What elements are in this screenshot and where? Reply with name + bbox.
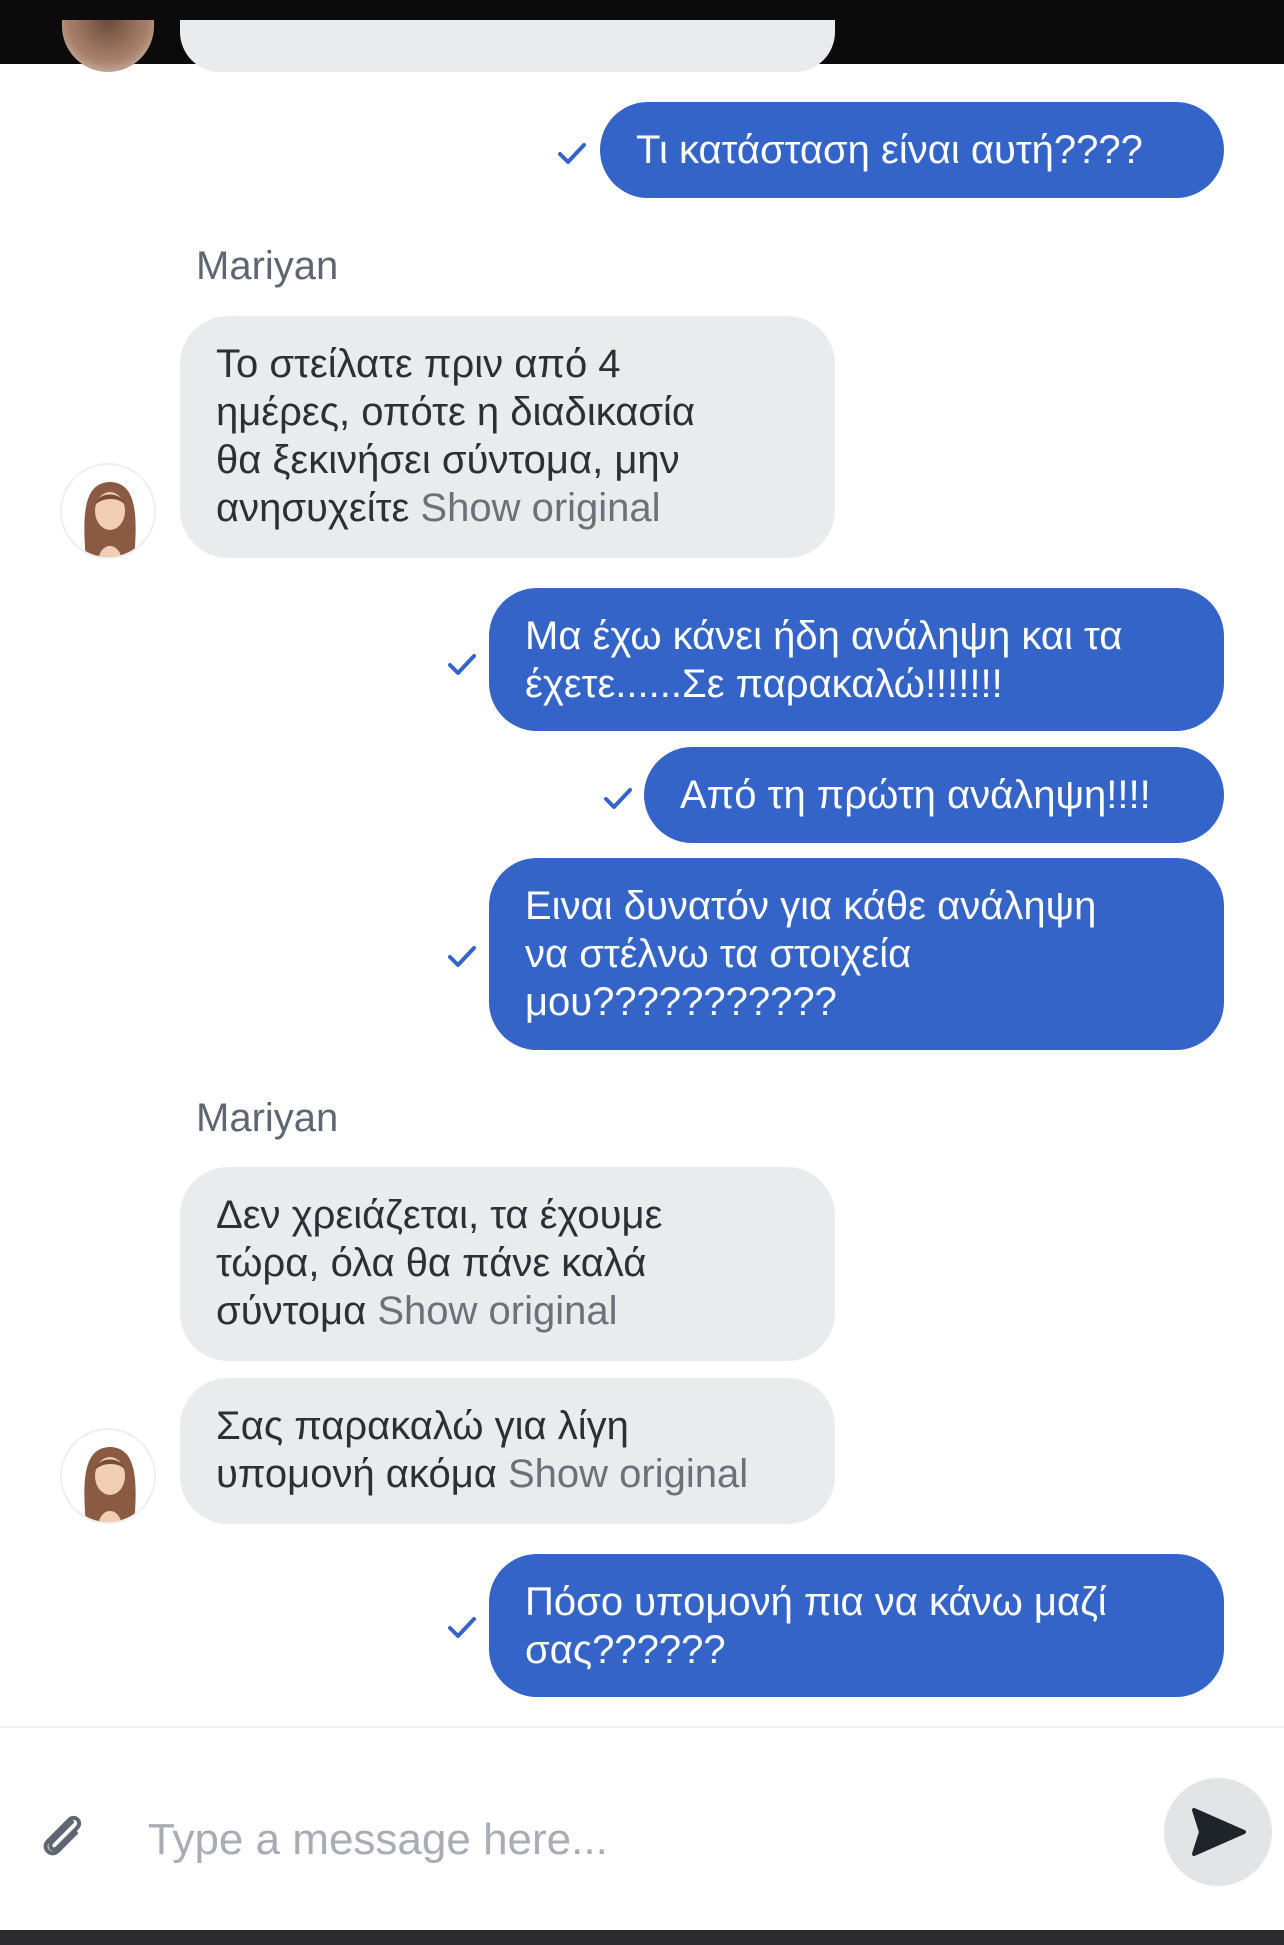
show-original-link[interactable]: Show original <box>377 1289 617 1333</box>
contact-avatar[interactable] <box>60 463 156 559</box>
outgoing-message[interactable]: Από τη πρώτη ανάληψη!!!! <box>644 747 1224 843</box>
sent-check-icon <box>604 788 632 809</box>
message-input[interactable] <box>148 1800 1128 1880</box>
sent-check-icon <box>448 654 476 675</box>
send-arrow-icon <box>1192 1808 1246 1856</box>
avatar-photo <box>62 465 154 557</box>
sent-check-icon <box>448 946 476 967</box>
incoming-message[interactable]: Σας παρακαλώ για λίγη υπομονή ακόμα Show… <box>180 1378 835 1524</box>
show-original-link[interactable]: Show original <box>420 486 660 530</box>
incoming-message[interactable]: Δεν χρειάζεται, τα έχουμε τώρα, όλα θα π… <box>180 1167 835 1361</box>
sender-name: Mariyan <box>196 244 339 288</box>
sender-name: Mariyan <box>196 1096 339 1140</box>
show-original-link[interactable]: Show original <box>508 1452 748 1496</box>
paperclip-icon[interactable] <box>34 1806 90 1862</box>
home-indicator-bar <box>0 1930 1284 1945</box>
outgoing-message[interactable]: Μα έχω κάνει ήδη ανάληψη και τα έχετε...… <box>489 588 1224 731</box>
sent-check-icon <box>448 1617 476 1638</box>
outgoing-message[interactable]: Πόσο υπομονή πια να κάνω μαζί σας?????? <box>489 1554 1224 1697</box>
sent-check-icon <box>558 143 586 164</box>
composer-divider <box>0 1726 1284 1728</box>
outgoing-message[interactable]: Τι κατάσταση είναι αυτή???? <box>600 102 1224 198</box>
incoming-bubble-partial <box>180 20 835 72</box>
avatar-photo <box>62 1430 154 1522</box>
incoming-message[interactable]: Το στείλατε πριν από 4 ημέρες, οπότε η δ… <box>180 316 835 558</box>
contact-avatar[interactable] <box>60 1428 156 1524</box>
send-button[interactable] <box>1164 1778 1272 1886</box>
outgoing-message[interactable]: Ειναι δυνατόν για κάθε ανάληψη να στέλνω… <box>489 858 1224 1050</box>
contact-avatar-partial <box>62 20 154 72</box>
